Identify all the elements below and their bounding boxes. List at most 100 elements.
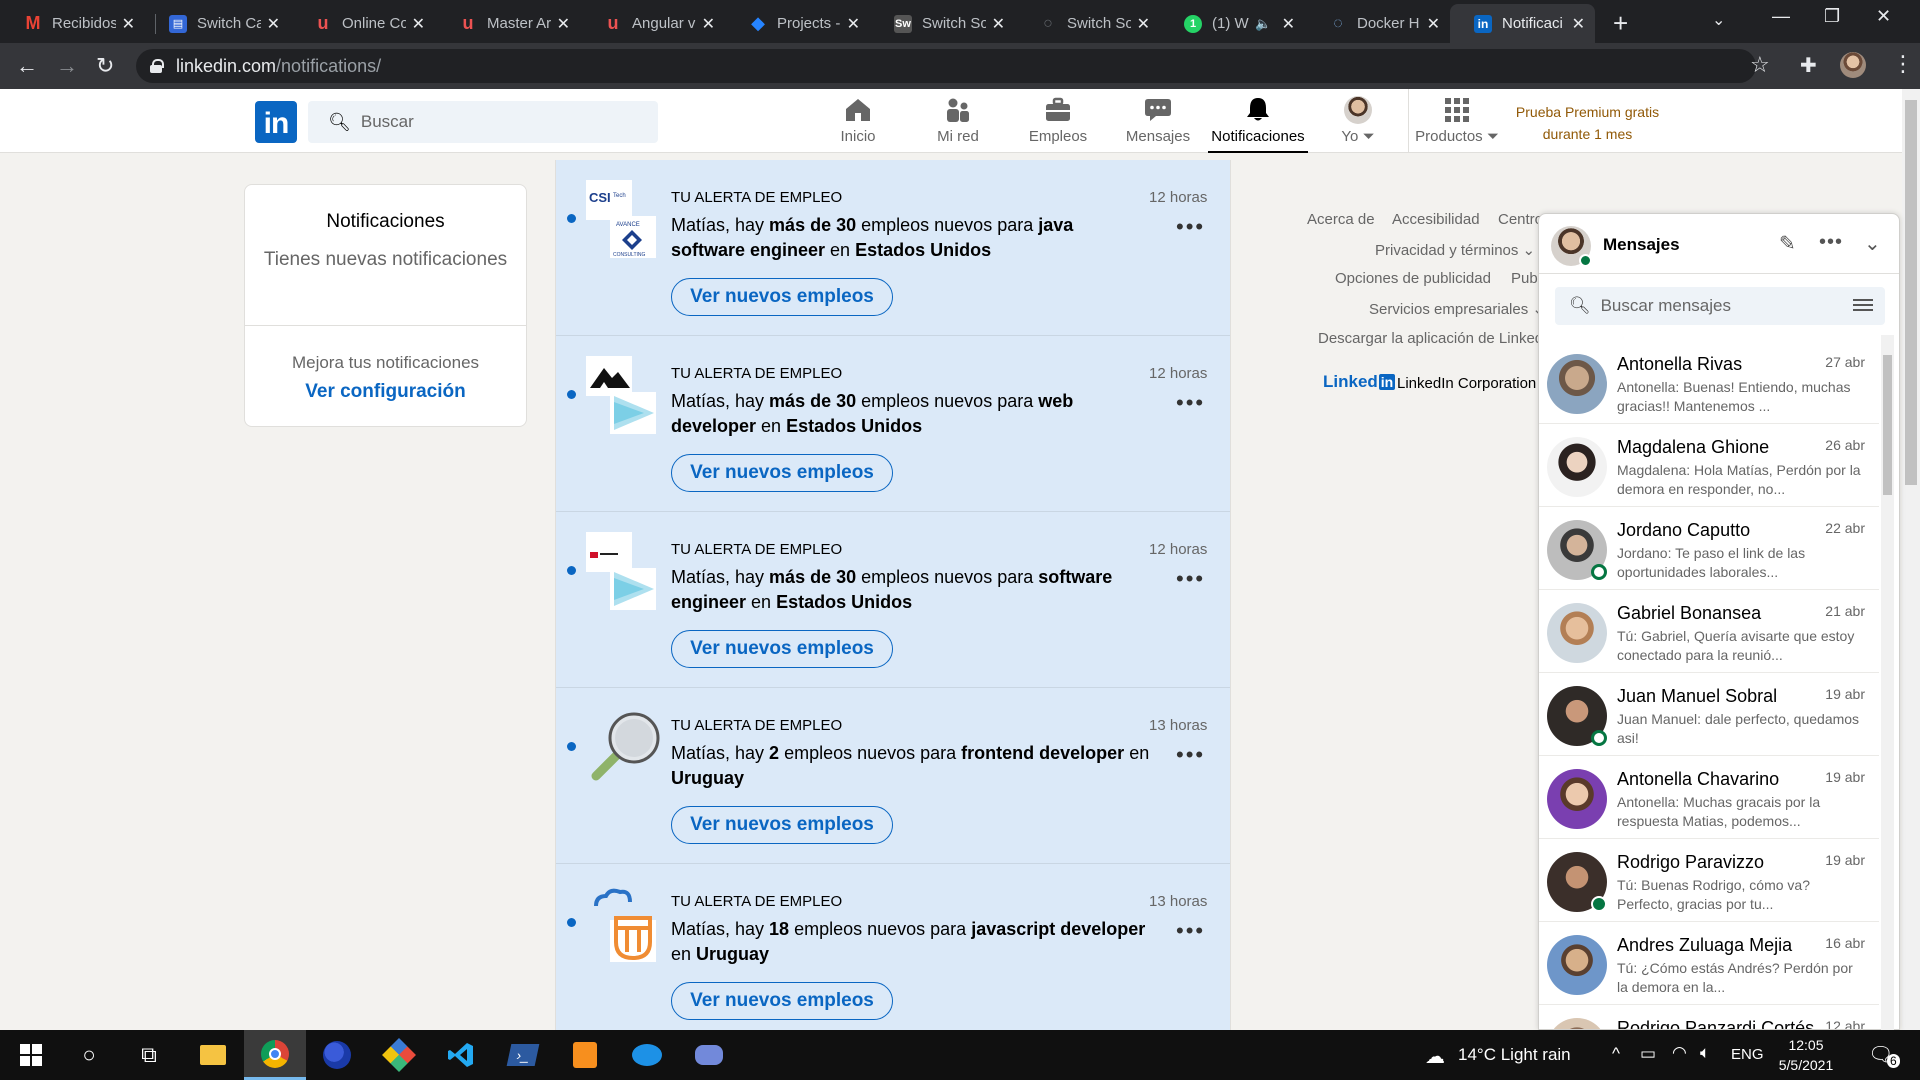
more-options-icon[interactable]: ••• (1176, 742, 1205, 768)
conversation-item[interactable]: Gabriel Bonansea 21 abr Tú: Gabriel, Que… (1539, 591, 1879, 673)
forward-icon[interactable]: → (56, 53, 78, 79)
window-close-icon[interactable]: ✕ (1876, 6, 1891, 27)
clock[interactable]: 12:05 5/5/2021 (1766, 1035, 1846, 1075)
notification-text[interactable]: Matías, hay más de 30 empleos nuevos par… (671, 389, 1151, 439)
search-input[interactable]: 🔍︎ Buscar (308, 101, 658, 143)
nav-network[interactable]: Mi red (918, 95, 998, 153)
mountain-logo[interactable] (586, 356, 664, 434)
premium-trial-link[interactable]: Prueba Premium gratis durante 1 mes (1500, 101, 1675, 145)
close-icon[interactable]: ✕ (1137, 14, 1150, 34)
nav-messages[interactable]: Mensajes (1118, 95, 1198, 153)
browser-tab[interactable]: u Angular v ✕ (580, 4, 725, 43)
weather-icon[interactable]: ☁ (1425, 1044, 1445, 1069)
close-icon[interactable]: ✕ (267, 14, 280, 34)
wifi-icon[interactable]: ◠ (1672, 1043, 1687, 1063)
notification-text[interactable]: Matías, hay más de 30 empleos nuevos par… (671, 213, 1151, 263)
new-tab-button[interactable]: + (1613, 8, 1628, 39)
profile-avatar[interactable] (1840, 52, 1866, 78)
close-icon[interactable]: ✕ (1427, 14, 1440, 34)
notification-text[interactable]: Matías, hay 2 empleos nuevos para fronte… (671, 741, 1151, 791)
conversation-item[interactable]: Magdalena Ghione 26 abr Magdalena: Hola … (1539, 425, 1879, 507)
weather-text[interactable]: 14°C Light rain (1458, 1045, 1571, 1065)
more-options-icon[interactable]: ••• (1176, 566, 1205, 592)
footer-link-accessibility[interactable]: Accesibilidad (1392, 211, 1480, 228)
reload-icon[interactable]: ↻ (96, 53, 114, 79)
browser-tab-active[interactable]: in Notificaci ✕ (1450, 4, 1595, 43)
close-icon[interactable]: ✕ (992, 14, 1005, 34)
back-icon[interactable]: ← (16, 53, 38, 79)
view-jobs-button[interactable]: Ver nuevos empleos (671, 982, 893, 1020)
sublime-icon[interactable] (554, 1030, 616, 1080)
speaker-icon[interactable]: 🔈 (1255, 16, 1271, 32)
browser-tab[interactable]: ▤ Switch Ca ✕ (145, 4, 290, 43)
chevron-down-icon[interactable]: ⌄ (1864, 231, 1881, 256)
file-explorer-icon[interactable] (182, 1030, 244, 1080)
notification-card[interactable]: TU ALERTA DE EMPLEO Matías, hay más de 3… (556, 512, 1230, 688)
messaging-header[interactable]: Mensajes ✎ ••• ⌄ (1539, 214, 1899, 274)
filter-icon[interactable] (1853, 296, 1873, 314)
footer-link-ad-options[interactable]: Opciones de publicidad (1335, 270, 1491, 287)
browser-tab[interactable]: Sw Switch So ✕ (870, 4, 1015, 43)
csi-logo[interactable]: CSI Tech AVANCE CONSULTING (586, 180, 664, 258)
extensions-icon[interactable]: ✚ (1800, 53, 1817, 78)
close-icon[interactable]: ✕ (1282, 14, 1295, 34)
battery-icon[interactable]: ▭ (1640, 1044, 1656, 1064)
task-view-icon[interactable]: ⧉ (118, 1030, 180, 1080)
git-kraken-icon[interactable] (368, 1030, 430, 1080)
nav-notifications[interactable]: Notificaciones (1208, 95, 1308, 153)
more-options-icon[interactable]: ••• (1176, 390, 1205, 416)
browser-tab[interactable]: ◆ Projects - ✕ (725, 4, 870, 43)
close-icon[interactable]: ✕ (702, 14, 715, 34)
footer-link-business[interactable]: Servicios empresariales ⌄ (1369, 300, 1545, 318)
more-options-icon[interactable]: ••• (1176, 214, 1205, 240)
notification-card[interactable]: TU ALERTA DE EMPLEO Matías, hay 2 empleo… (556, 688, 1230, 864)
footer-link-privacy[interactable]: Privacidad y términos ⌄ (1375, 241, 1535, 259)
chrome-icon[interactable] (244, 1030, 306, 1080)
close-icon[interactable]: ✕ (557, 14, 570, 34)
magnifier-logo[interactable] (586, 708, 664, 786)
search-icon[interactable]: ○ (58, 1030, 120, 1080)
close-icon[interactable]: ✕ (412, 14, 425, 34)
browser-tab[interactable]: 1 (1) W 🔈 ✕ (1160, 4, 1305, 43)
firefox-icon[interactable] (306, 1030, 368, 1080)
browser-tab[interactable]: ◌ Docker H ✕ (1305, 4, 1450, 43)
notification-card[interactable]: CSI Tech AVANCE CONSULTING TU ALERTA DE EMP… (556, 160, 1230, 336)
docker-icon[interactable] (616, 1030, 678, 1080)
notification-text[interactable]: Matías, hay más de 30 empleos nuevos par… (671, 565, 1151, 615)
volume-icon[interactable]: 🔈︎ (1700, 1043, 1710, 1063)
nav-home[interactable]: Inicio (818, 95, 898, 153)
minimize-icon[interactable]: — (1772, 6, 1790, 27)
view-jobs-button[interactable]: Ver nuevos empleos (671, 806, 893, 844)
conversation-item[interactable]: Juan Manuel Sobral 19 abr Juan Manuel: d… (1539, 674, 1879, 756)
discord-icon[interactable] (678, 1030, 740, 1080)
footer-link-ads[interactable]: Publ (1511, 270, 1541, 287)
chrome-menu-icon[interactable]: ⋮ (1892, 51, 1914, 77)
powershell-icon[interactable]: ›_ (492, 1030, 554, 1080)
nav-products[interactable]: Productos ⏷ (1412, 95, 1502, 153)
conversation-item[interactable]: Antonella Rivas 27 abr Antonella: Buenas… (1539, 342, 1879, 424)
messaging-scrollbar-thumb[interactable] (1883, 355, 1892, 495)
conversation-item[interactable]: Jordano Caputto 22 abr Jordano: Te paso … (1539, 508, 1879, 590)
url-bar[interactable]: linkedin.com/notifications/ (136, 49, 1756, 83)
chevron-up-icon[interactable]: ^ (1612, 1044, 1620, 1064)
restore-icon[interactable]: ❐ (1824, 6, 1840, 27)
browser-tab[interactable]: u Master Ar ✕ (435, 4, 580, 43)
settings-link[interactable]: Ver configuración (245, 381, 526, 403)
more-options-icon[interactable]: ••• (1176, 918, 1205, 944)
conversation-item[interactable]: Rodrigo Paravizzo 19 abr Tú: Buenas Rodr… (1539, 840, 1879, 922)
message-search-input[interactable]: 🔍︎ Buscar mensajes (1555, 287, 1885, 325)
close-icon[interactable]: ✕ (1572, 14, 1585, 34)
notification-card[interactable]: TU ALERTA DE EMPLEO Matías, hay más de 3… (556, 336, 1230, 512)
lock-icon[interactable] (150, 59, 164, 73)
footer-link-help[interactable]: Centro (1498, 211, 1543, 228)
tab-search-icon[interactable]: ⌄ (1712, 10, 1725, 30)
conversation-item[interactable]: Rodrigo Panzardi Cortés 12 abr (1539, 1006, 1879, 1029)
more-options-icon[interactable]: ••• (1819, 231, 1843, 254)
bookmark-star-icon[interactable]: ☆ (1750, 52, 1770, 78)
nav-jobs[interactable]: Empleos (1018, 95, 1098, 153)
company-logo[interactable] (586, 532, 664, 610)
vscode-icon[interactable] (430, 1030, 492, 1080)
browser-tab[interactable]: ○ Switch So ✕ (1015, 4, 1160, 43)
conversation-item[interactable]: Andres Zuluaga Mejia 16 abr Tú: ¿Cómo es… (1539, 923, 1879, 1005)
view-jobs-button[interactable]: Ver nuevos empleos (671, 454, 893, 492)
